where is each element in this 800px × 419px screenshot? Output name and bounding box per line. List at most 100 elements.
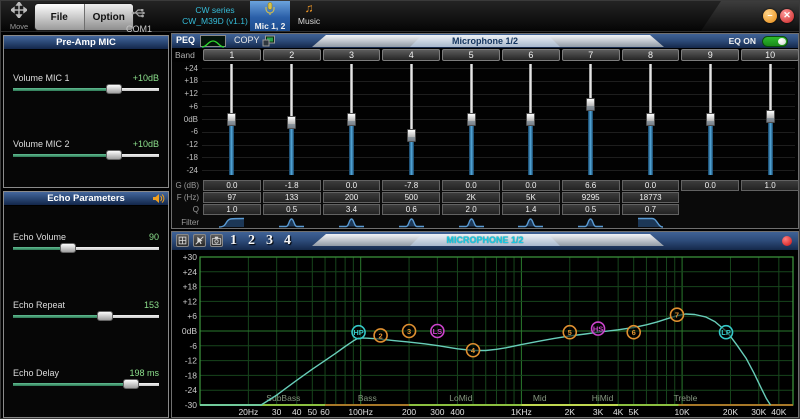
gain-cell-band-5[interactable]: 0.0 [442, 180, 500, 191]
band-button-7[interactable]: 7 [562, 49, 620, 61]
no-pointer-icon[interactable] [193, 234, 206, 247]
eq-point-7[interactable]: 7 [670, 308, 683, 321]
band-button-9[interactable]: 9 [681, 49, 739, 61]
eq-band-3-track[interactable] [350, 64, 353, 119]
band-button-10[interactable]: 10 [741, 49, 799, 61]
echo-slider-handle[interactable] [123, 379, 139, 389]
eq-point-4[interactable]: 4 [467, 344, 480, 357]
gain-cell-band-3[interactable]: 0.0 [323, 180, 381, 191]
q-cell-band-1[interactable]: 1.0 [203, 204, 261, 215]
frequency-cell-band-7[interactable]: 9295 [562, 192, 620, 203]
frequency-cell-band-5[interactable]: 2K [442, 192, 500, 203]
q-cell-band-5[interactable]: 2.0 [442, 204, 500, 215]
eq-band-5-handle[interactable] [467, 113, 476, 126]
eq-band-10-track[interactable] [769, 64, 772, 117]
filter-type-icon-bell-band-2[interactable] [277, 216, 306, 229]
band-button-4[interactable]: 4 [382, 49, 440, 61]
preset-button-2[interactable]: 2 [248, 233, 255, 249]
camera-icon[interactable] [210, 234, 223, 247]
filter-type-icon-hp-band-1[interactable] [217, 216, 246, 229]
eq-band-6-handle[interactable] [526, 113, 535, 126]
mic-volume-slider-track[interactable] [13, 88, 159, 91]
gain-cell-band-9[interactable]: 0.0 [681, 180, 739, 191]
peq-curve-icon[interactable] [200, 35, 226, 47]
echo-slider-handle[interactable] [97, 311, 113, 321]
minimize-button[interactable]: – [763, 9, 777, 23]
eq-point-LP[interactable]: LP [720, 326, 733, 339]
preset-button-1[interactable]: 1 [230, 233, 237, 249]
move-handle[interactable]: Move [5, 2, 33, 30]
band-button-3[interactable]: 3 [323, 49, 381, 61]
preset-button-3[interactable]: 3 [266, 233, 273, 249]
gain-cell-band-8[interactable]: 0.0 [622, 180, 680, 191]
file-button[interactable]: File [35, 4, 84, 30]
eq-band-8-handle[interactable] [646, 113, 655, 126]
filter-type-icon-bell-band-4[interactable] [397, 216, 426, 229]
frequency-cell-band-8[interactable]: 18773 [622, 192, 680, 203]
gain-cell-band-7[interactable]: 6.6 [562, 180, 620, 191]
band-button-6[interactable]: 6 [502, 49, 560, 61]
q-cell-band-6[interactable]: 1.4 [502, 204, 560, 215]
gain-cell-band-2[interactable]: -1.8 [263, 180, 321, 191]
mic-volume-slider-handle[interactable] [106, 150, 122, 160]
q-cell-band-4[interactable]: 0.6 [382, 204, 440, 215]
mic-volume-slider-handle[interactable] [106, 84, 122, 94]
filter-type-icon-bell-band-5[interactable] [457, 216, 486, 229]
analyzer-channel-tab[interactable]: MICROPHONE 1/2 [410, 234, 560, 246]
eq-band-8-track[interactable] [649, 64, 652, 119]
record-indicator[interactable] [782, 236, 792, 246]
frequency-cell-band-4[interactable]: 500 [382, 192, 440, 203]
echo-slider-handle[interactable] [60, 243, 76, 253]
gain-cell-band-4[interactable]: -7.8 [382, 180, 440, 191]
eq-band-4-track[interactable] [410, 64, 413, 136]
gain-cell-band-1[interactable]: 0.0 [203, 180, 261, 191]
eq-point-LS[interactable]: LS [431, 325, 444, 338]
frequency-cell-band-3[interactable]: 200 [323, 192, 381, 203]
echo-slider-track[interactable] [13, 383, 159, 386]
copy-button[interactable]: COPY [234, 35, 260, 45]
gain-cell-band-10[interactable]: 1.0 [741, 180, 799, 191]
gain-cell-band-6[interactable]: 0.0 [502, 180, 560, 191]
eq-band-4-handle[interactable] [407, 129, 416, 142]
frequency-cell-band-2[interactable]: 133 [263, 192, 321, 203]
echo-slider-track[interactable] [13, 247, 159, 250]
eq-point-2[interactable]: 2 [374, 329, 387, 342]
eq-band-3-handle[interactable] [347, 113, 356, 126]
filter-type-icon-lp-band-8[interactable] [636, 216, 665, 229]
q-cell-band-7[interactable]: 0.5 [562, 204, 620, 215]
com-port-button[interactable]: COM1 [111, 5, 167, 34]
eq-point-5[interactable]: 5 [563, 326, 576, 339]
eq-point-3[interactable]: 3 [403, 325, 416, 338]
eq-band-2-handle[interactable] [287, 116, 296, 129]
eq-band-6-track[interactable] [529, 64, 532, 119]
band-button-5[interactable]: 5 [442, 49, 500, 61]
band-button-8[interactable]: 8 [622, 49, 680, 61]
q-cell-band-8[interactable]: 0.7 [622, 204, 680, 215]
eq-point-6[interactable]: 6 [627, 326, 640, 339]
band-button-2[interactable]: 2 [263, 49, 321, 61]
filter-type-icon-bell-band-3[interactable] [337, 216, 366, 229]
eq-band-1-track[interactable] [230, 64, 233, 119]
copy-icon[interactable] [262, 35, 276, 47]
tab-music[interactable]: ♫ Music [291, 1, 327, 31]
eq-band-9-handle[interactable] [706, 113, 715, 126]
grid-view-icon[interactable] [176, 234, 189, 247]
frequency-cell-band-6[interactable]: 5K [502, 192, 560, 203]
eq-band-7-handle[interactable] [586, 98, 595, 111]
eq-band-2-track[interactable] [290, 64, 293, 123]
echo-slider-track[interactable] [13, 315, 159, 318]
eq-band-1-handle[interactable] [227, 113, 236, 126]
eq-band-10-handle[interactable] [766, 110, 775, 123]
tab-mic[interactable]: Mic 1, 2 [250, 1, 290, 31]
filter-type-icon-bell-band-7[interactable] [576, 216, 605, 229]
preset-button-4[interactable]: 4 [284, 233, 291, 249]
band-button-1[interactable]: 1 [203, 49, 261, 61]
eq-point-HS[interactable]: HS [592, 322, 605, 335]
peq-channel-tab[interactable]: Microphone 1/2 [410, 35, 560, 47]
q-cell-band-3[interactable]: 3.4 [323, 204, 381, 215]
eq-on-toggle[interactable] [762, 36, 788, 47]
q-cell-band-2[interactable]: 0.5 [263, 204, 321, 215]
mic-volume-slider-track[interactable] [13, 154, 159, 157]
frequency-cell-band-1[interactable]: 97 [203, 192, 261, 203]
filter-type-icon-bell-band-6[interactable] [516, 216, 545, 229]
